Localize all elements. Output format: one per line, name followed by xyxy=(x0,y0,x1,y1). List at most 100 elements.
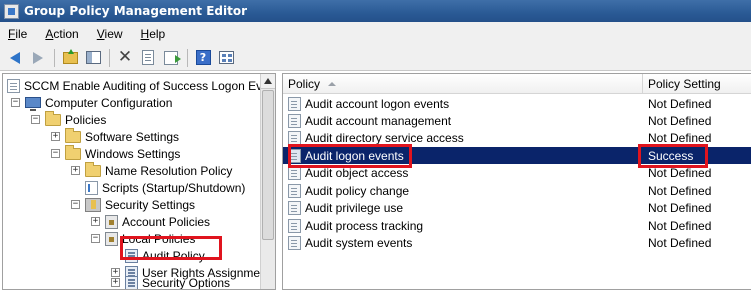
tree-item-computer-configuration[interactable]: − Computer Configuration xyxy=(11,94,172,111)
policy-name: Audit account logon events xyxy=(305,96,450,111)
scroll-thumb[interactable] xyxy=(262,90,274,240)
show-action-pane-button[interactable] xyxy=(215,47,237,69)
collapse-icon[interactable]: − xyxy=(71,200,80,209)
annotation-box-audit-logon-events xyxy=(288,144,412,168)
tree-item-label: Security Options xyxy=(142,275,231,290)
export-list-button[interactable] xyxy=(160,47,182,69)
annotation-box-audit-policy xyxy=(120,236,222,260)
policy-setting: Not Defined xyxy=(648,183,712,198)
local-policies-icon xyxy=(105,231,118,246)
scripts-icon xyxy=(85,180,98,195)
up-one-level-button[interactable] xyxy=(59,47,81,69)
properties-button[interactable] xyxy=(137,47,159,69)
title-bar: Group Policy Management Editor xyxy=(0,0,751,22)
column-header-label: Policy xyxy=(288,77,321,91)
policy-icon xyxy=(288,113,301,128)
properties-icon xyxy=(142,50,154,65)
menu-view[interactable]: View xyxy=(95,25,125,43)
column-header-policy[interactable]: Policy xyxy=(283,74,643,94)
policy-icon xyxy=(288,130,301,145)
list-row-audit-privilege-use[interactable]: Audit privilege use Not Defined xyxy=(283,199,751,216)
window-title: Group Policy Management Editor xyxy=(24,4,248,18)
toolbar-separator xyxy=(109,48,110,67)
back-button[interactable] xyxy=(4,47,26,69)
collapse-icon[interactable]: − xyxy=(31,115,40,124)
collapse-icon[interactable]: − xyxy=(11,98,20,107)
menu-action[interactable]: Action xyxy=(43,25,80,43)
tree-item-label: Policies xyxy=(65,112,107,127)
policy-icon xyxy=(288,218,301,233)
policy-setting: Not Defined xyxy=(648,113,712,128)
toolbar: ✕ ? xyxy=(0,45,751,71)
tree-item-security-settings[interactable]: − Security Settings xyxy=(71,196,195,213)
computer-icon xyxy=(25,97,41,111)
expand-icon[interactable]: + xyxy=(51,132,60,141)
scroll-up-icon[interactable] xyxy=(261,74,275,89)
delete-icon: ✕ xyxy=(117,47,133,67)
tree-item-label: Account Policies xyxy=(122,214,211,229)
policy-setting: Not Defined xyxy=(648,96,712,111)
tree-item-policies[interactable]: − Policies xyxy=(31,111,106,128)
policy-name: Audit system events xyxy=(305,235,413,250)
policy-icon xyxy=(288,183,301,198)
tree-item-label: Computer Configuration xyxy=(45,95,173,110)
policy-setting: Not Defined xyxy=(648,130,712,145)
show-hide-tree-button[interactable] xyxy=(82,47,104,69)
console-tree: SCCM Enable Auditing of Success Logon Ev… xyxy=(3,74,261,289)
menu-file[interactable]: File xyxy=(6,25,29,43)
policy-icon xyxy=(288,235,301,250)
policy-name: Audit directory service access xyxy=(305,130,464,145)
tree-item-security-options[interactable]: + Security Options xyxy=(111,274,230,289)
gpme-app-icon xyxy=(4,3,19,19)
help-icon: ? xyxy=(195,50,211,65)
help-button[interactable]: ? xyxy=(192,47,214,69)
menu-bar: File Action View Help xyxy=(0,22,751,45)
policy-name: Audit account management xyxy=(305,113,452,128)
tree-item-gpo-root[interactable]: SCCM Enable Auditing of Success Logon Ev… xyxy=(7,77,261,94)
delete-button[interactable]: ✕ xyxy=(114,47,136,69)
policy-list-pane: Policy Policy Setting Audit account logo… xyxy=(282,73,751,290)
policy-name: Audit privilege use xyxy=(305,200,404,215)
tree-item-scripts[interactable]: Scripts (Startup/Shutdown) xyxy=(71,179,245,196)
collapse-icon[interactable]: − xyxy=(91,234,100,243)
collapse-icon[interactable]: − xyxy=(51,149,60,158)
tree-item-label: Windows Settings xyxy=(85,146,181,161)
security-settings-icon xyxy=(85,197,101,212)
tree-item-name-resolution-policy[interactable]: + Name Resolution Policy xyxy=(71,162,232,179)
forward-icon xyxy=(33,51,43,64)
policy-setting: Not Defined xyxy=(648,200,712,215)
annotation-box-success xyxy=(638,144,708,168)
policy-setting: Not Defined xyxy=(648,235,712,250)
tree-item-account-policies[interactable]: + Account Policies xyxy=(91,213,210,230)
policy-icon xyxy=(288,200,301,215)
expand-icon[interactable]: + xyxy=(71,166,80,175)
list-row-audit-account-logon-events[interactable]: Audit account logon events Not Defined xyxy=(283,95,751,112)
menu-help[interactable]: Help xyxy=(139,25,168,43)
tree-item-windows-settings[interactable]: − Windows Settings xyxy=(51,145,180,162)
security-options-icon xyxy=(125,275,138,289)
show-pane-icon xyxy=(218,51,234,64)
list-row-audit-account-management[interactable]: Audit account management Not Defined xyxy=(283,112,751,129)
expand-icon[interactable]: + xyxy=(91,217,100,226)
tree-item-software-settings[interactable]: + Software Settings xyxy=(51,128,179,145)
expand-icon[interactable]: + xyxy=(111,278,120,287)
tree-item-label: Scripts (Startup/Shutdown) xyxy=(102,180,246,195)
gpo-document-icon xyxy=(7,78,20,93)
list-row-audit-process-tracking[interactable]: Audit process tracking Not Defined xyxy=(283,217,751,234)
tree-vertical-scrollbar[interactable] xyxy=(260,74,275,289)
tree-item-label: Name Resolution Policy xyxy=(105,163,233,178)
folder-icon xyxy=(65,145,81,160)
column-header-policy-setting[interactable]: Policy Setting xyxy=(643,74,751,94)
policy-setting: Not Defined xyxy=(648,218,712,233)
tree-item-label: Software Settings xyxy=(85,129,180,144)
folder-icon xyxy=(45,111,61,126)
toolbar-separator xyxy=(187,48,188,67)
up-folder-icon xyxy=(62,48,78,64)
forward-button[interactable] xyxy=(27,47,49,69)
policy-name: Audit process tracking xyxy=(305,218,424,233)
list-row-audit-policy-change[interactable]: Audit policy change Not Defined xyxy=(283,182,751,199)
toolbar-separator xyxy=(54,48,55,67)
show-hide-tree-icon xyxy=(85,51,101,64)
list-row-audit-system-events[interactable]: Audit system events Not Defined xyxy=(283,234,751,251)
export-list-icon xyxy=(164,50,181,65)
